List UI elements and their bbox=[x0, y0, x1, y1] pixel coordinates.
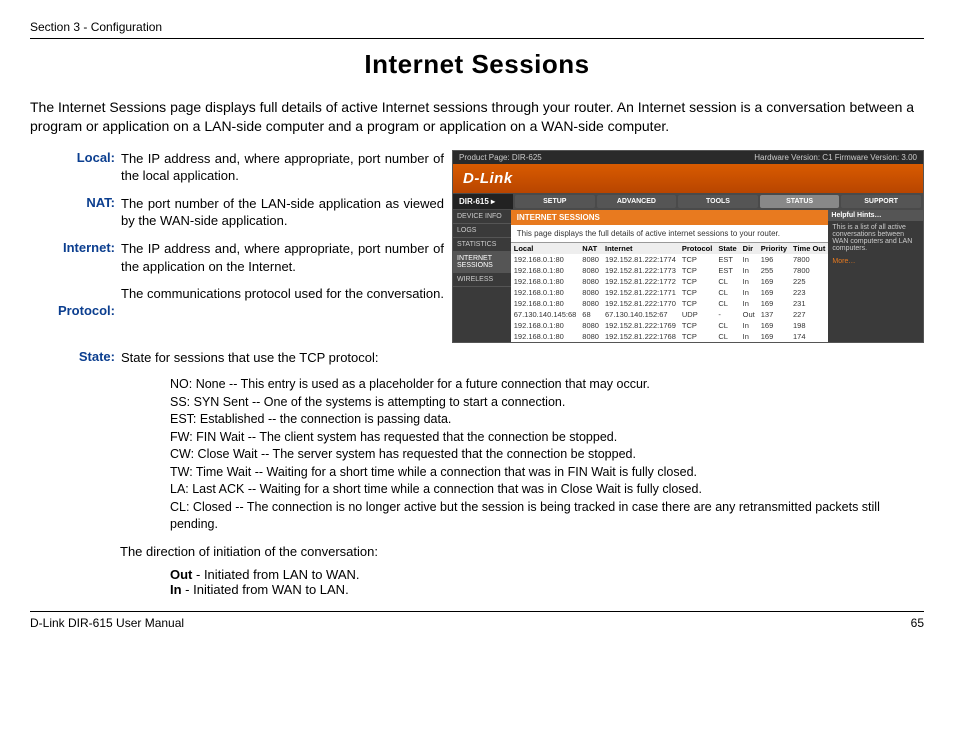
state-no: NO: None -- This entry is used as a plac… bbox=[170, 376, 924, 394]
table-row: 192.168.0.1:808080192.152.81.222:1773TCP… bbox=[511, 265, 829, 276]
table-row: 192.168.0.1:808080192.152.81.222:1770TCP… bbox=[511, 298, 829, 309]
def-label-local: Local: bbox=[30, 150, 121, 185]
state-list: NO: None -- This entry is used as a plac… bbox=[170, 376, 924, 534]
direction-in: In - Initiated from WAN to LAN. bbox=[170, 582, 924, 597]
ss-th-local: Local bbox=[511, 242, 580, 254]
ss-th-state: State bbox=[715, 242, 739, 254]
state-est: EST: Established -- the connection is pa… bbox=[170, 411, 924, 429]
direction-out: Out - Initiated from LAN to WAN. bbox=[170, 567, 924, 582]
def-label-nat: NAT: bbox=[30, 195, 121, 230]
ss-version: Hardware Version: C1 Firmware Version: 3… bbox=[754, 153, 917, 162]
def-label-internet: Internet: bbox=[30, 240, 121, 275]
def-text-local: The IP address and, where appropriate, p… bbox=[121, 150, 444, 185]
footer-title: D-Link DIR-615 User Manual bbox=[30, 616, 184, 630]
state-cl: CL: Closed -- The connection is no longe… bbox=[170, 499, 924, 534]
ss-hints-panel: Helpful Hints… This is a list of all act… bbox=[828, 210, 923, 342]
table-row: 192.168.0.1:808080192.152.81.222:1768TCP… bbox=[511, 331, 829, 342]
ss-main-subtext: This page displays the full details of a… bbox=[511, 225, 829, 242]
def-label-protocol: Protocol: bbox=[30, 303, 121, 318]
ss-nav-support[interactable]: SUPPORT bbox=[841, 195, 921, 208]
ss-main-header: INTERNET SESSIONS bbox=[511, 210, 829, 225]
footer-page: 65 bbox=[911, 616, 924, 630]
ss-side-device[interactable]: DEVICE INFO bbox=[453, 210, 511, 224]
ss-th-protocol: Protocol bbox=[679, 242, 715, 254]
table-row: 192.168.0.1:808080192.152.81.222:1769TCP… bbox=[511, 320, 829, 331]
ss-hints-title: Helpful Hints… bbox=[828, 210, 923, 221]
def-text-nat: The port number of the LAN-side applicat… bbox=[121, 195, 444, 230]
ss-sessions-table: Local NAT Internet Protocol State Dir Pr… bbox=[511, 242, 829, 342]
ss-hints-body: This is a list of all active conversatio… bbox=[832, 224, 919, 252]
ss-hints-more[interactable]: More… bbox=[832, 258, 919, 265]
def-text-state: State for sessions that use the TCP prot… bbox=[121, 349, 924, 367]
ss-th-timeout: Time Out bbox=[790, 242, 828, 254]
ss-brand-logo: D-Link bbox=[453, 164, 923, 193]
definitions-column: Local: The IP address and, where appropr… bbox=[30, 150, 444, 328]
state-la: LA: Last ACK -- Waiting for a short time… bbox=[170, 481, 924, 499]
page-footer: D-Link DIR-615 User Manual 65 bbox=[30, 611, 924, 630]
ss-th-priority: Priority bbox=[758, 242, 790, 254]
ss-side-wireless[interactable]: WIRELESS bbox=[453, 273, 511, 287]
state-fw: FW: FIN Wait -- The client system has re… bbox=[170, 429, 924, 447]
def-text-protocol: The communications protocol used for the… bbox=[121, 285, 444, 318]
state-tw: TW: Time Wait -- Waiting for a short tim… bbox=[170, 464, 924, 482]
def-label-state: State: bbox=[30, 349, 121, 367]
section-header: Section 3 - Configuration bbox=[30, 20, 924, 39]
table-row: 192.168.0.1:808080192.152.81.222:1771TCP… bbox=[511, 287, 829, 298]
intro-paragraph: The Internet Sessions page displays full… bbox=[30, 98, 924, 136]
ss-side-stats[interactable]: STATISTICS bbox=[453, 238, 511, 252]
state-cw: CW: Close Wait -- The server system has … bbox=[170, 446, 924, 464]
ss-product: Product Page: DIR-625 bbox=[459, 153, 542, 162]
ss-sidebar: DEVICE INFO LOGS STATISTICS INTERNET SES… bbox=[453, 210, 511, 342]
page-title: Internet Sessions bbox=[30, 49, 924, 80]
table-row: 67.130.140.145:686867.130.140.152:67UDP-… bbox=[511, 309, 829, 320]
ss-th-dir: Dir bbox=[740, 242, 758, 254]
ss-nav-setup[interactable]: SETUP bbox=[515, 195, 595, 208]
def-text-internet: The IP address and, where appropriate, p… bbox=[121, 240, 444, 275]
ss-side-sessions[interactable]: INTERNET SESSIONS bbox=[453, 252, 511, 273]
direction-intro: The direction of initiation of the conve… bbox=[120, 544, 924, 559]
ss-th-internet: Internet bbox=[602, 242, 679, 254]
router-screenshot: Product Page: DIR-625 Hardware Version: … bbox=[452, 150, 924, 343]
ss-main-panel: INTERNET SESSIONS This page displays the… bbox=[511, 210, 829, 342]
ss-nav-tools[interactable]: TOOLS bbox=[678, 195, 758, 208]
ss-th-nat: NAT bbox=[579, 242, 602, 254]
table-row: 192.168.0.1:808080192.152.81.222:1772TCP… bbox=[511, 276, 829, 287]
ss-model: DIR-615 ▸ bbox=[453, 194, 513, 209]
state-ss: SS: SYN Sent -- One of the systems is at… bbox=[170, 394, 924, 412]
ss-nav-status[interactable]: STATUS bbox=[760, 195, 840, 208]
ss-nav-advanced[interactable]: ADVANCED bbox=[597, 195, 677, 208]
ss-side-logs[interactable]: LOGS bbox=[453, 224, 511, 238]
table-row: 192.168.0.1:808080192.152.81.222:1774TCP… bbox=[511, 254, 829, 265]
